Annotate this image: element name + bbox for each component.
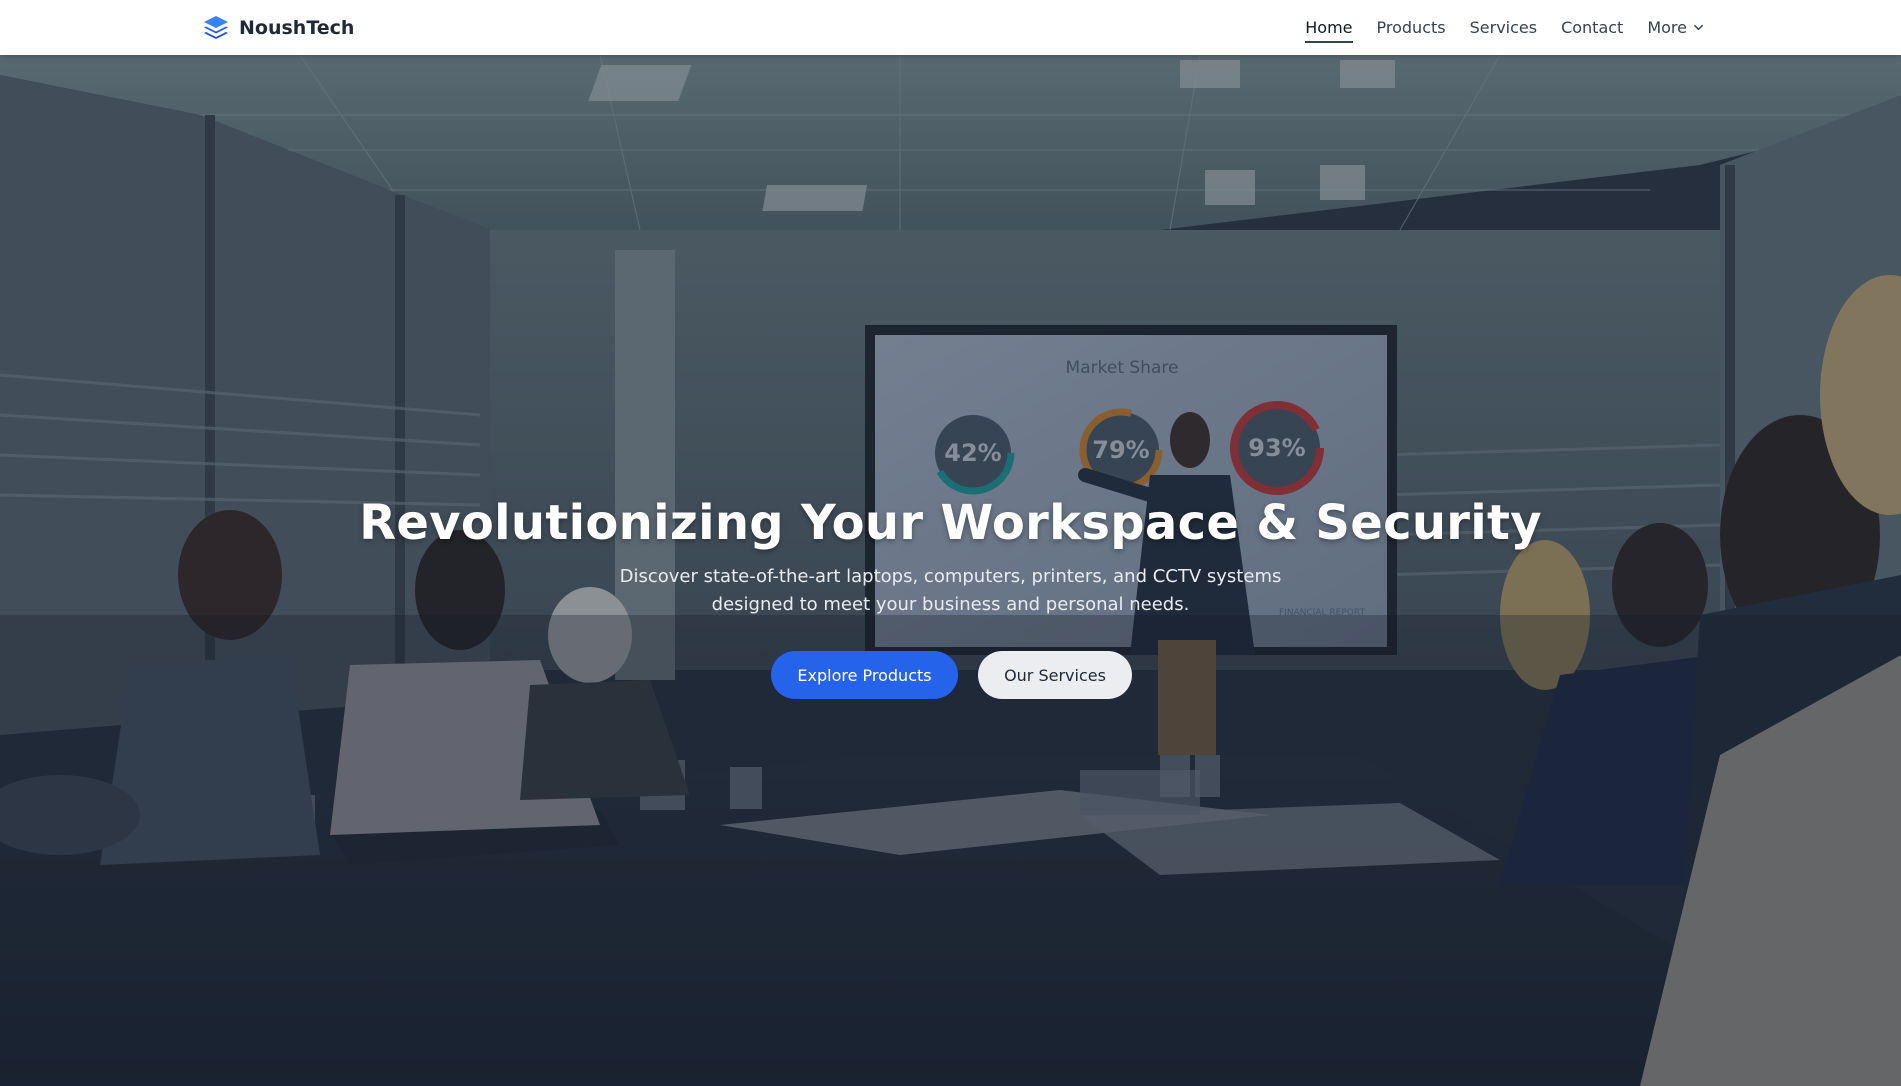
layers-icon [204,16,228,39]
nav-more-dropdown[interactable]: More [1647,12,1704,43]
hero-title: Revolutionizing Your Workspace & Securit… [359,495,1542,551]
our-services-button[interactable]: Our Services [978,651,1132,699]
explore-products-button[interactable]: Explore Products [771,651,958,699]
navbar: NoushTech Home Products Services Contact… [0,0,1901,55]
hero-subtitle: Discover state-of-the-art laptops, compu… [619,566,1282,615]
brand-name: NoushTech [239,17,355,39]
hero-section: Market Share 42% 79% 93% FINANCIAL REPOR… [0,55,1901,1086]
nav-more-label: More [1647,18,1687,37]
main-nav: Home Products Services Contact More [1305,0,1704,55]
nav-services[interactable]: Services [1470,12,1537,43]
brand-logo[interactable]: NoushTech [202,13,354,43]
nav-products[interactable]: Products [1377,12,1446,43]
chevron-down-icon [1694,24,1703,31]
nav-contact[interactable]: Contact [1561,12,1623,43]
nav-home[interactable]: Home [1305,12,1353,43]
